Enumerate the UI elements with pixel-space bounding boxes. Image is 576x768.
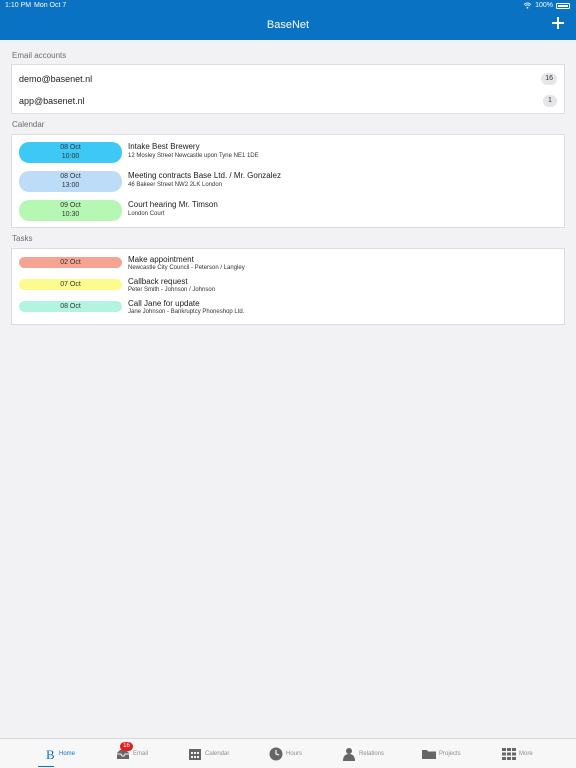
task-date-pill: 07 Oct — [19, 279, 122, 290]
tasks-card: 02 Oct Make appointment Newcastle City C… — [11, 248, 565, 325]
tab-label: Relations — [359, 751, 385, 757]
status-date: Mon Oct 7 — [34, 2, 67, 9]
status-bar: 1:10 PM Mon Oct 7 100% — [0, 2, 576, 12]
event-date: 08 Oct — [60, 173, 81, 180]
tab-calendar[interactable]: Calendar — [174, 739, 246, 768]
wifi-icon — [523, 2, 532, 9]
tab-bar: B Home Email Calendar Hours Relations Pr… — [0, 738, 576, 768]
event-date-pill: 08 Oct 13:00 — [19, 171, 122, 192]
email-account-address: demo@basenet.nl — [19, 74, 93, 84]
tab-hours[interactable]: Hours — [255, 739, 327, 768]
email-accounts-heading: Email accounts — [12, 51, 67, 60]
calendar-event[interactable]: 08 Oct 10:00 Intake Best Brewery 12 Mosl… — [12, 139, 564, 166]
email-account-row[interactable]: app@basenet.nl 1 — [12, 89, 564, 111]
task-title: Call Jane for update — [128, 299, 200, 308]
task-item[interactable]: 02 Oct Make appointment Newcastle City C… — [12, 255, 564, 277]
calendar-event[interactable]: 09 Oct 10:30 Court hearing Mr. Timson Lo… — [12, 197, 564, 224]
tab-label: Projects — [439, 751, 461, 757]
tab-label: Email — [133, 751, 149, 757]
person-icon — [343, 748, 355, 761]
event-date-pill: 08 Oct 10:00 — [19, 142, 122, 163]
tab-relations[interactable]: Relations — [328, 739, 400, 768]
event-time: 10:30 — [61, 211, 80, 218]
clock-icon — [269, 747, 283, 761]
tasks-heading: Tasks — [12, 234, 33, 243]
status-time: 1:10 PM — [5, 2, 32, 9]
svg-text:B: B — [46, 747, 55, 761]
event-time: 10:00 — [61, 153, 80, 160]
task-item[interactable]: 08 Oct Call Jane for update Jane Johnson… — [12, 299, 564, 321]
task-title: Make appointment — [128, 255, 194, 264]
event-location: 46 Bakeer Street NW2 2LK London — [128, 182, 223, 188]
event-location: 12 Mosley Street Newcastle upon Tyne NE1… — [128, 153, 259, 159]
folder-icon — [422, 750, 436, 759]
event-date-pill: 09 Oct 10:30 — [19, 200, 122, 221]
tab-label: Home — [59, 751, 76, 757]
tab-label: More — [519, 751, 533, 757]
task-subtitle: Jane Johnson - Bankruptcy Phoneshop Ltd. — [128, 309, 245, 315]
event-title: Intake Best Brewery — [128, 142, 200, 151]
add-icon[interactable] — [550, 15, 566, 31]
event-date: 08 Oct — [60, 144, 81, 151]
task-date-pill: 08 Oct — [19, 301, 122, 312]
event-time: 13:00 — [61, 182, 80, 189]
tab-email[interactable]: Email — [102, 739, 174, 768]
battery-icon — [556, 2, 570, 9]
battery-percentage: 100% — [535, 2, 553, 9]
unread-count-badge: 1 — [543, 95, 557, 107]
email-unread-badge: 16 — [120, 742, 133, 751]
event-date: 09 Oct — [60, 202, 81, 209]
page-title: BaseNet — [266, 19, 310, 31]
tab-home[interactable]: B Home — [28, 739, 100, 768]
event-title: Meeting contracts Base Ltd. / Mr. Gonzal… — [128, 171, 281, 180]
task-subtitle: Peter Smith - Johnson / Johnson — [128, 287, 216, 293]
email-account-address: app@basenet.nl — [19, 96, 85, 106]
task-subtitle: Newcastle City Council - Peterson / Lang… — [128, 265, 245, 271]
event-title: Court hearing Mr. Timson — [128, 200, 218, 209]
grid-icon — [502, 748, 516, 760]
email-accounts-card: demo@basenet.nl 16 app@basenet.nl 1 — [11, 64, 565, 114]
task-date-pill: 02 Oct — [19, 257, 122, 268]
tab-label: Calendar — [205, 751, 230, 757]
email-account-row[interactable]: demo@basenet.nl 16 — [12, 67, 564, 89]
task-item[interactable]: 07 Oct Callback request Peter Smith - Jo… — [12, 277, 564, 299]
tab-label: Hours — [286, 751, 303, 757]
calendar-icon — [189, 749, 201, 760]
tab-more[interactable]: More — [488, 739, 560, 768]
calendar-card: 08 Oct 10:00 Intake Best Brewery 12 Mosl… — [11, 134, 565, 228]
task-title: Callback request — [128, 277, 188, 286]
calendar-event[interactable]: 08 Oct 13:00 Meeting contracts Base Ltd.… — [12, 168, 564, 195]
unread-count-badge: 16 — [541, 73, 557, 85]
tab-projects[interactable]: Projects — [408, 739, 480, 768]
navigation-bar: 1:10 PM Mon Oct 7 100% BaseNet — [0, 0, 576, 40]
basenet-logo-icon: B — [46, 747, 55, 761]
calendar-heading: Calendar — [12, 120, 45, 129]
status-right: 100% — [523, 2, 570, 9]
event-location: London Court — [128, 211, 165, 217]
